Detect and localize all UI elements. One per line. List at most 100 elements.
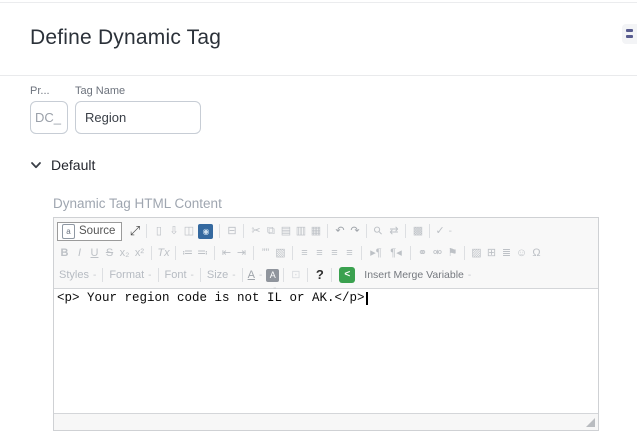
copy-icon[interactable]: ⧉ <box>263 222 278 240</box>
dropdown-caret: - <box>93 270 96 281</box>
dropdown-caret: - <box>468 270 471 281</box>
corner-button-glyph <box>626 35 633 38</box>
disabled-button[interactable]: ⊡ <box>288 266 303 284</box>
toolbar-separator <box>151 246 152 260</box>
dropdown-caret: - <box>148 270 151 281</box>
toolbar-separator <box>253 246 254 260</box>
align-center-button[interactable]: ≡ <box>312 244 327 262</box>
toolbar-separator <box>102 268 103 282</box>
bold-button[interactable]: B <box>57 244 72 262</box>
paste-icon[interactable]: ▤ <box>278 222 293 240</box>
prefix-field-group: Pr... <box>30 85 68 134</box>
text-direction-ltr-button[interactable]: ▸¶ <box>366 244 386 262</box>
increase-indent-button[interactable]: ⇥ <box>234 244 249 262</box>
source-button[interactable]: aSource <box>57 222 122 241</box>
superscript-button[interactable]: x² <box>132 244 147 262</box>
text-direction-rtl-button[interactable]: ¶◂ <box>386 244 406 262</box>
tag-name-input[interactable] <box>75 101 201 134</box>
maximize-icon[interactable]: ⤢ <box>127 222 142 240</box>
chevron-down-icon[interactable] <box>30 159 42 171</box>
dropdown-caret: - <box>191 270 194 281</box>
blockquote-button[interactable]: ”” <box>258 244 273 262</box>
align-right-button[interactable]: ≡ <box>327 244 342 262</box>
toolbar-separator <box>242 268 243 282</box>
page-title: Define Dynamic Tag <box>30 26 221 50</box>
prefix-label: Pr... <box>30 85 68 97</box>
redo-icon[interactable]: ↷ <box>347 222 362 240</box>
horizontal-rule-button[interactable]: ≣ <box>499 244 514 262</box>
cut-icon[interactable]: ✂ <box>248 222 263 240</box>
toolbar-separator <box>158 268 159 282</box>
tag-name-label: Tag Name <box>75 85 201 97</box>
div-container-button[interactable]: ▧ <box>273 244 288 262</box>
corner-button-glyph <box>626 29 633 32</box>
align-left-button[interactable]: ≡ <box>297 244 312 262</box>
dropdown-caret: - <box>232 270 235 281</box>
smiley-button[interactable]: ☺ <box>514 244 529 262</box>
toolbar-row: BIUSx₂x²Tx≔≕⇤⇥””▧≡≡≡≡▸¶¶◂⚭⚮⚑▨⊞≣☺Ω <box>57 242 595 264</box>
insert-merge-variable-dropdown[interactable]: Insert Merge Variable- <box>362 269 473 281</box>
toolbar-separator <box>219 224 220 238</box>
spell-check-icon[interactable]: ✓- <box>434 222 453 240</box>
source-content: <p> Your region code is not IL or AK.</p… <box>57 291 365 305</box>
toolbar-separator <box>464 246 465 260</box>
tag-name-field-group: Tag Name <box>75 85 201 134</box>
toolbar-separator <box>410 246 411 260</box>
dropdown-caret: - <box>449 223 452 241</box>
paste-word-icon[interactable]: ▦ <box>308 222 323 240</box>
link-button[interactable]: ⚭ <box>415 244 430 262</box>
preview-icon[interactable]: ◫ <box>181 222 196 240</box>
highlighted-plugin-icon[interactable]: ◉ <box>198 224 213 239</box>
remove-format-button[interactable]: Tx <box>156 244 171 262</box>
insert-merge-icon[interactable]: < <box>339 267 355 283</box>
toolbar-separator <box>361 246 362 260</box>
resize-handle-icon[interactable] <box>586 418 595 427</box>
size-dropdown[interactable]: Size- <box>205 269 238 281</box>
partial-corner-button[interactable] <box>622 24 637 44</box>
decrease-indent-button[interactable]: ⇤ <box>219 244 234 262</box>
toolbar-separator <box>405 224 406 238</box>
toolbar-separator <box>327 224 328 238</box>
table-button[interactable]: ⊞ <box>484 244 499 262</box>
text-caret <box>366 292 368 305</box>
bulleted-list-button[interactable]: ≕ <box>195 244 210 262</box>
subscript-button[interactable]: x₂ <box>117 244 132 262</box>
toolbar-separator <box>146 224 147 238</box>
toolbar-separator <box>214 246 215 260</box>
templates-icon[interactable]: ⊟ <box>224 222 239 240</box>
editor-footer <box>54 413 598 430</box>
paste-text-icon[interactable]: ▥ <box>293 222 308 240</box>
define-dynamic-tag-dialog: Define Dynamic Tag Pr... Tag Name Defaul… <box>0 0 637 431</box>
default-section-toggle[interactable]: Default <box>30 155 95 175</box>
source-content-area[interactable]: <p> Your region code is not IL or AK.</p… <box>54 289 598 413</box>
toolbar-separator <box>243 224 244 238</box>
text-color-button[interactable]: A- <box>247 266 264 284</box>
format-dropdown[interactable]: Format- <box>107 269 153 281</box>
toolbar-separator <box>283 268 284 282</box>
strikethrough-button[interactable]: S <box>102 244 117 262</box>
show-blocks-icon[interactable]: ▩ <box>410 222 425 240</box>
italic-button[interactable]: I <box>72 244 87 262</box>
toolbar-separator <box>200 268 201 282</box>
editor-toolbar: aSource⤢▯⇩◫◉⊟✂⧉▤▥▦↶↷⚲⇄▩✓-BIUSx₂x²Tx≔≕⇤⇥”… <box>54 218 598 289</box>
editor-label: Dynamic Tag HTML Content <box>53 196 222 211</box>
prefix-input[interactable] <box>30 101 68 134</box>
justify-button[interactable]: ≡ <box>342 244 357 262</box>
underline-button[interactable]: U <box>87 244 102 262</box>
toolbar-row: aSource⤢▯⇩◫◉⊟✂⧉▤▥▦↶↷⚲⇄▩✓- <box>57 220 595 242</box>
toolbar-separator <box>429 224 430 238</box>
about-button[interactable]: ? <box>312 266 327 284</box>
toolbar-separator <box>175 246 176 260</box>
unlink-button[interactable]: ⚮ <box>430 244 445 262</box>
font-dropdown[interactable]: Font- <box>163 269 196 281</box>
anchor-button[interactable]: ⚑ <box>445 244 460 262</box>
styles-dropdown[interactable]: Styles- <box>57 269 98 281</box>
import-document-icon[interactable]: ⇩ <box>166 222 181 240</box>
toolbar-separator <box>307 268 308 282</box>
undo-icon[interactable]: ↶ <box>332 222 347 240</box>
new-page-icon[interactable]: ▯ <box>151 222 166 240</box>
background-color-button[interactable]: A- <box>266 269 279 282</box>
numbered-list-button[interactable]: ≔ <box>180 244 195 262</box>
image-button[interactable]: ▨ <box>469 244 484 262</box>
special-character-button[interactable]: Ω <box>529 244 544 262</box>
